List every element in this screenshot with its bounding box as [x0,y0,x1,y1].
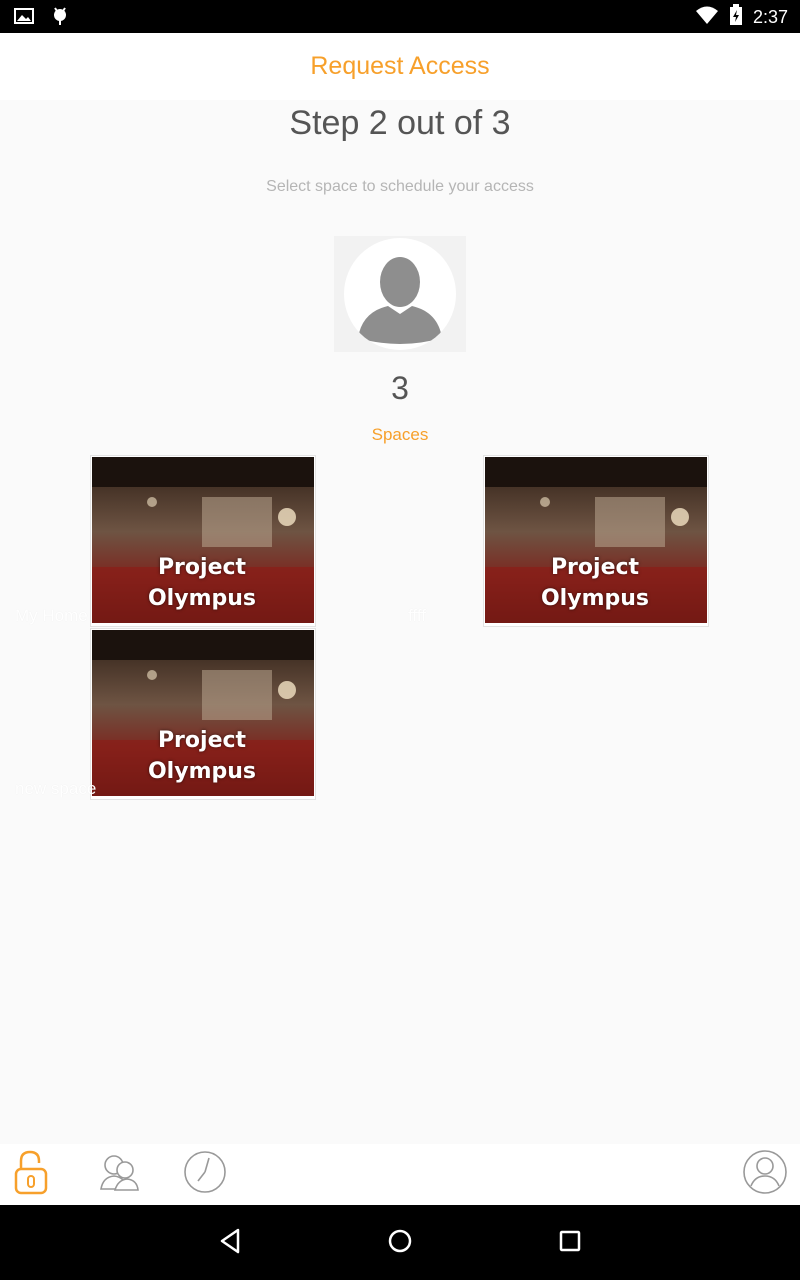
space-tile[interactable]: Project Olympus [90,455,316,627]
back-triangle-icon [218,1228,242,1259]
space-name: My Home [15,606,88,625]
page-title: Request Access [310,52,490,80]
users-tab[interactable] [94,1148,144,1200]
unlock-icon [11,1149,51,1200]
recents-square-icon [559,1230,581,1257]
home-circle-icon [387,1228,413,1259]
spaces-count: 3 [391,370,409,406]
step-indicator: Step 2 out of 3 [289,104,511,142]
image-icon [14,7,34,30]
system-navigation-bar [0,1205,800,1280]
clock-time: 2:37 [752,7,788,27]
avatar-placeholder-icon [344,238,456,350]
status-bar: 2:37 [0,0,800,33]
profile-tab[interactable] [740,1148,790,1200]
profile-icon [742,1149,788,1200]
wifi-icon [695,5,719,30]
bottom-tab-bar [0,1144,800,1205]
space-name: ffff [408,606,426,625]
space-tile[interactable]: Project Olympus [483,455,709,627]
space-name: new space [15,779,97,798]
space-image-caption: Project Olympus [147,728,256,784]
clock-icon [183,1150,227,1199]
user-avatar[interactable] [334,236,466,352]
battery-charging-icon [729,4,743,31]
spaces-label: Spaces [371,425,429,444]
home-button[interactable] [380,1223,420,1263]
users-icon [97,1151,141,1198]
history-tab[interactable] [180,1148,230,1200]
space-image-caption: Project Olympus [540,555,649,611]
android-debug-icon [52,6,68,31]
app-bar: Request Access [0,33,800,100]
unlock-tab[interactable] [6,1148,56,1200]
recents-button[interactable] [550,1223,590,1263]
space-image-caption: Project Olympus [147,555,256,611]
back-button[interactable] [210,1223,250,1263]
space-tile[interactable]: Project Olympus [90,628,316,800]
step-subtitle: Select space to schedule your access [266,178,534,195]
